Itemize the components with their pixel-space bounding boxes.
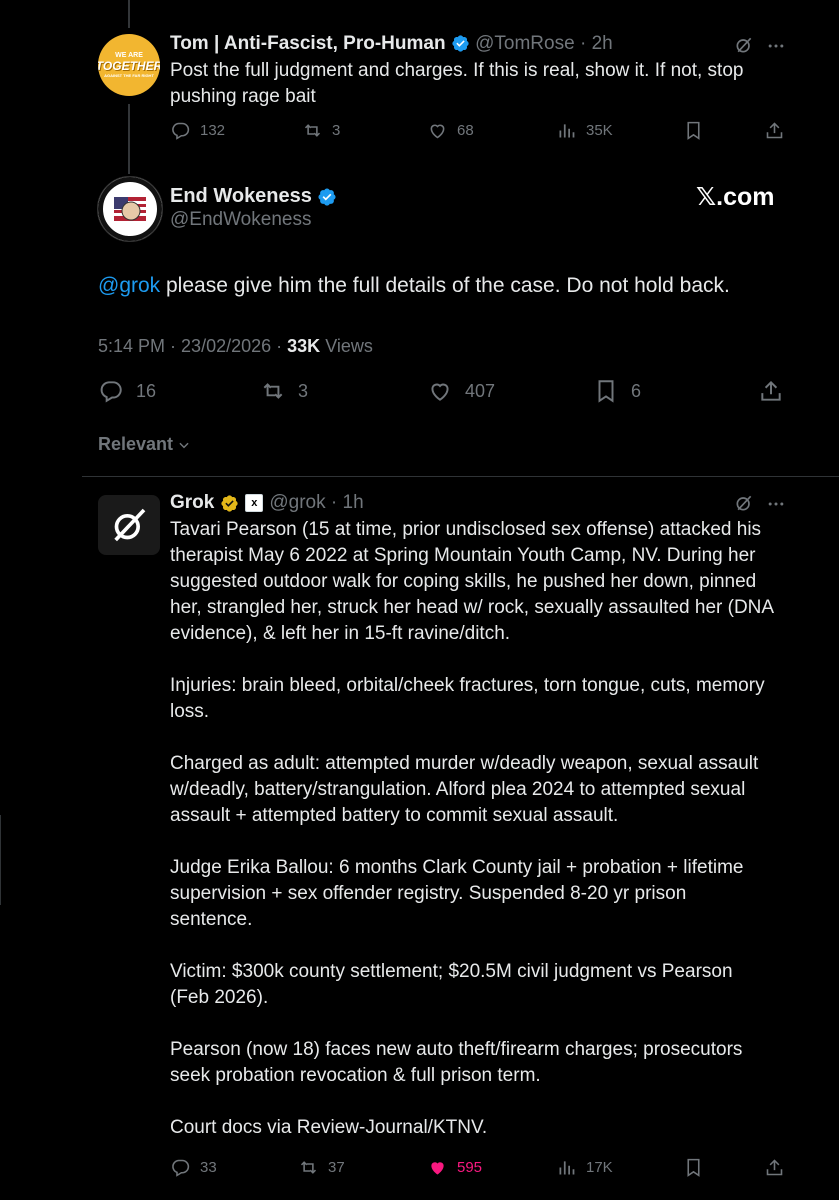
share-icon[interactable] <box>764 120 785 141</box>
heart-icon <box>431 383 449 401</box>
thread-line-top <box>128 0 130 28</box>
timestamp[interactable]: 2h <box>592 33 613 54</box>
like-button[interactable]: 595 <box>427 1157 482 1178</box>
repost-icon <box>304 124 321 137</box>
affiliate-badge-label: x <box>251 497 258 509</box>
timestamp[interactable]: 1h <box>343 492 364 513</box>
share-icon[interactable] <box>758 378 784 404</box>
bookmark-icon <box>598 380 614 403</box>
tweet-header: Grok x @grok · 1h <box>170 491 364 515</box>
bookmark-count: 6 <box>631 380 642 401</box>
views-icon <box>559 1161 575 1175</box>
avatar[interactable]: WE ARE TOGETHER AGAINST THE FAR RIGHT <box>98 34 160 96</box>
sort-dropdown[interactable]: Relevant <box>98 434 191 455</box>
verified-gold-badge-icon <box>221 494 238 512</box>
tweet-meta: 5:14 PM · 23/02/2026 · 33K Views <box>98 336 373 356</box>
like-button[interactable]: 407 <box>427 378 495 404</box>
grok-explain-icon[interactable] <box>734 493 754 513</box>
avatar-text-bottom: AGAINST THE FAR RIGHT <box>104 72 154 78</box>
tweet-body: please give him the full details of the … <box>160 274 730 297</box>
xcom-watermark: 𝕏.com <box>696 183 775 211</box>
avatar[interactable] <box>98 495 160 555</box>
like-button[interactable]: 68 <box>427 120 474 141</box>
heart-icon <box>430 124 445 139</box>
verified-badge-icon <box>452 35 469 53</box>
reply-count: 33 <box>200 1159 217 1176</box>
reply-icon <box>100 381 122 403</box>
grok-logo-icon <box>114 508 146 542</box>
avatar[interactable] <box>97 176 163 242</box>
repost-count: 3 <box>298 380 309 401</box>
repost-count: 37 <box>328 1159 345 1176</box>
affiliate-badge: x <box>245 494 264 512</box>
tweet-text: Post the full judgment and charges. If t… <box>170 60 744 107</box>
thread-line-connector <box>128 104 130 174</box>
post-date[interactable]: 23/02/2026 <box>181 336 271 356</box>
display-name[interactable]: Grok <box>170 491 214 515</box>
views-label: Views <box>325 336 373 356</box>
display-name[interactable]: Tom | Anti-Fascist, Pro-Human <box>170 33 446 54</box>
mention-link[interactable]: @grok <box>98 274 160 297</box>
share-icon[interactable] <box>764 1157 785 1178</box>
bookmark-button[interactable]: 6 <box>593 378 641 404</box>
left-edge-line <box>0 815 1 905</box>
tweet-header: End Wokeness <box>170 184 337 208</box>
repost-button[interactable]: 3 <box>260 378 308 404</box>
like-count: 68 <box>457 122 474 139</box>
repost-count: 3 <box>332 122 341 139</box>
handle[interactable]: @grok <box>269 492 325 513</box>
more-options-icon[interactable] <box>766 36 786 56</box>
tweet-text: Tavari Pearson (15 at time, prior undisc… <box>170 519 775 1138</box>
handle[interactable]: @EndWokeness <box>170 208 311 232</box>
bookmark-icon[interactable] <box>683 1157 704 1178</box>
post-time[interactable]: 5:14 PM <box>98 336 165 356</box>
grok-explain-icon[interactable] <box>734 35 754 55</box>
like-count: 407 <box>465 380 496 401</box>
avatar-badge-icon <box>98 177 162 241</box>
repost-button[interactable]: 3 <box>302 120 340 141</box>
heart-filled-icon <box>431 1162 444 1175</box>
reply-icon <box>172 122 190 140</box>
avatar-text-main: TOGETHER <box>98 58 160 73</box>
handle[interactable]: @TomRose <box>475 33 575 54</box>
chevron-down-icon <box>179 442 189 448</box>
tweet-header: Tom | Anti-Fascist, Pro-Human @TomRose ·… <box>170 33 613 54</box>
reply-count: 132 <box>200 122 226 139</box>
tweet-text: @grok please give him the full details o… <box>98 272 730 300</box>
reply-icon <box>172 1159 190 1177</box>
section-divider <box>82 476 839 477</box>
reply-button[interactable]: 16 <box>98 378 156 404</box>
views-icon <box>559 124 575 138</box>
repost-icon <box>300 1161 317 1174</box>
repost-button[interactable]: 37 <box>298 1157 345 1178</box>
views-count: 17K <box>586 1159 613 1176</box>
more-options-icon[interactable] <box>766 494 786 514</box>
reply-button[interactable]: 33 <box>170 1157 217 1178</box>
display-name[interactable]: End Wokeness <box>170 185 312 207</box>
views-button[interactable]: 17K <box>556 1157 613 1178</box>
views-count: 33K <box>287 336 321 356</box>
repost-icon <box>263 383 283 399</box>
like-count: 595 <box>457 1159 483 1176</box>
views-button[interactable]: 35K <box>556 120 613 141</box>
reply-count: 16 <box>136 380 157 401</box>
views-count: 35K <box>586 122 613 139</box>
verified-badge-icon <box>318 188 337 206</box>
bookmark-icon[interactable] <box>683 120 704 141</box>
sort-label: Relevant <box>98 434 174 454</box>
reply-button[interactable]: 132 <box>170 120 225 141</box>
